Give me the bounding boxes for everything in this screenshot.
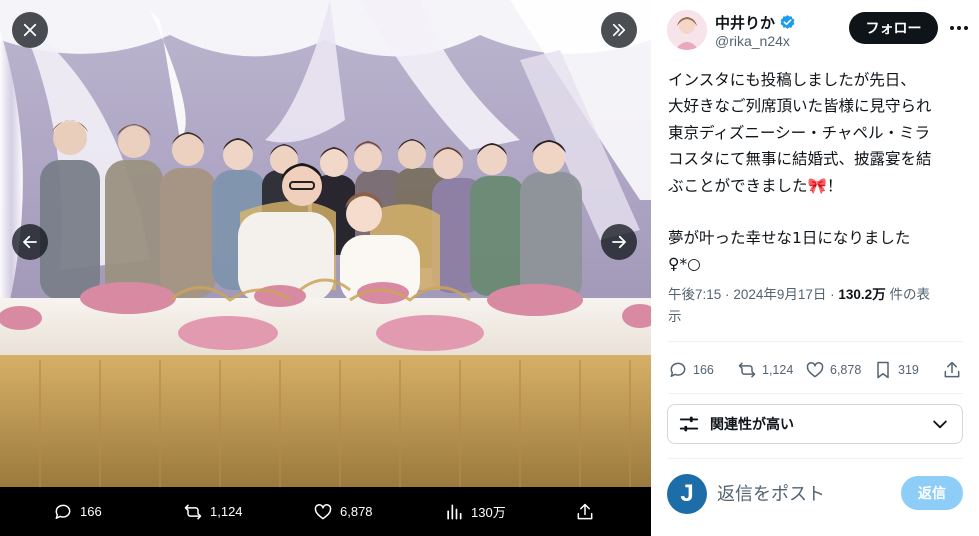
close-button[interactable] <box>12 12 48 48</box>
post-view-count: 130.2万 <box>838 287 886 302</box>
bookmark-icon <box>877 361 889 379</box>
post-text-line: ♀*○ <box>668 255 701 274</box>
photo-illustration <box>0 0 651 487</box>
post-meta-line: 示 <box>668 306 973 328</box>
post-text-fragment: ！ <box>826 176 843 195</box>
avatar-image <box>667 10 707 50</box>
media-action-bar: 166 1,124 6,878 130万 <box>0 487 651 536</box>
bar-chart-icon <box>447 504 462 519</box>
post-meta-line: 午後7:15 · 2024年9月17日 · 130.2万 件の表 <box>668 284 973 306</box>
divider <box>668 341 963 342</box>
author-avatar[interactable] <box>667 10 707 50</box>
repost-icon <box>738 362 756 378</box>
post-text-line: 夢が叶った幸せな1日になりました <box>668 229 911 248</box>
post-panel: 中井りか @rika_n24x フォロー インスタにも投稿しましたが先日、 大好… <box>651 0 979 536</box>
more-dot-icon <box>950 26 954 30</box>
double-chevron-right-icon <box>612 23 626 37</box>
speech-bubble-icon <box>670 362 686 377</box>
post-meta: 午後7:15 · 2024年9月17日 · 130.2万 件の表 示 <box>668 284 973 328</box>
verified-badge-icon <box>780 15 795 29</box>
post-text-line: コスタにて無事に結婚式、披露宴を結 <box>668 150 932 169</box>
next-image-button[interactable] <box>601 224 637 260</box>
chevron-down-icon <box>933 420 947 429</box>
heart-icon <box>314 503 332 519</box>
media-repost-button[interactable]: 1,124 <box>183 487 243 536</box>
post-text-line: 東京ディズニーシー・チャペル・ミラ <box>668 123 930 142</box>
follow-button[interactable]: フォロー <box>849 12 938 44</box>
meta-separator: · <box>830 287 835 302</box>
media-reply-count: 166 <box>80 504 102 519</box>
reply-submit-button[interactable]: 返信 <box>901 476 963 510</box>
close-icon <box>23 23 37 37</box>
media-viewer: 166 1,124 6,878 130万 <box>0 0 651 536</box>
author-handle[interactable]: @rika_n24x <box>715 33 790 49</box>
reply-input[interactable] <box>717 480 887 508</box>
post-time[interactable]: 午後7:15 <box>668 287 721 302</box>
sort-replies-label: 関連性が高い <box>710 417 794 433</box>
speech-bubble-icon <box>55 504 71 519</box>
divider <box>668 458 963 459</box>
arrow-right-icon <box>612 235 626 249</box>
repost-count: 1,124 <box>762 363 794 377</box>
ribbon-emoji: 🎀 <box>807 176 827 195</box>
more-options-button[interactable] <box>947 18 971 38</box>
bookmark-button[interactable]: 319 <box>873 355 919 385</box>
post-view-suffix: 件の表 <box>889 287 930 302</box>
media-share-button[interactable] <box>575 487 595 536</box>
like-button[interactable]: 6,878 <box>805 355 861 385</box>
repost-button[interactable]: 1,124 <box>737 355 793 385</box>
share-icon <box>577 503 593 519</box>
post-actions: 166 1,124 6,878 319 <box>668 355 968 385</box>
post-body: インスタにも投稿しましたが先日、 大好きなご列席頂いた皆様に見守られ 東京ディズ… <box>668 67 968 278</box>
more-dot-icon <box>964 26 968 30</box>
arrow-left-icon <box>23 235 37 249</box>
media-like-count: 6,878 <box>340 504 373 519</box>
expand-panel-button[interactable] <box>601 12 637 48</box>
wedding-photo <box>0 0 651 487</box>
post-text-fragment: ぶことができました <box>668 176 808 195</box>
meta-separator: · <box>725 287 730 302</box>
post-text-line: ぶことができました🎀！ <box>668 173 968 199</box>
reply-count: 166 <box>693 363 714 377</box>
post-date[interactable]: 2024年9月17日 <box>733 287 826 302</box>
media-reply-button[interactable]: 166 <box>53 487 102 536</box>
media-repost-count: 1,124 <box>210 504 243 519</box>
reply-button[interactable]: 166 <box>668 355 714 385</box>
repost-icon <box>184 504 202 519</box>
share-icon <box>944 361 960 378</box>
post-text-line: インスタにも投稿しましたが先日、 <box>668 71 916 89</box>
post-text-line: 大好きなご列席頂いた皆様に見守られ <box>668 97 932 116</box>
heart-icon <box>806 362 824 378</box>
like-count: 6,878 <box>830 363 862 377</box>
current-user-avatar: J <box>667 474 707 514</box>
sliders-icon <box>679 416 699 432</box>
sort-replies-dropdown[interactable]: 関連性が高い <box>667 404 963 444</box>
author-name-row: 中井りか <box>715 12 796 33</box>
more-dot-icon <box>957 26 961 30</box>
media-views-button[interactable]: 130万 <box>444 487 506 536</box>
media-views-count: 130万 <box>471 505 506 520</box>
author-display-name[interactable]: 中井りか <box>715 12 775 33</box>
media-like-button[interactable]: 6,878 <box>313 487 373 536</box>
share-button[interactable] <box>942 355 962 385</box>
previous-image-button[interactable] <box>12 224 48 260</box>
post-view-suffix: 示 <box>668 309 682 324</box>
bookmark-count: 319 <box>898 363 919 377</box>
divider <box>668 393 963 394</box>
